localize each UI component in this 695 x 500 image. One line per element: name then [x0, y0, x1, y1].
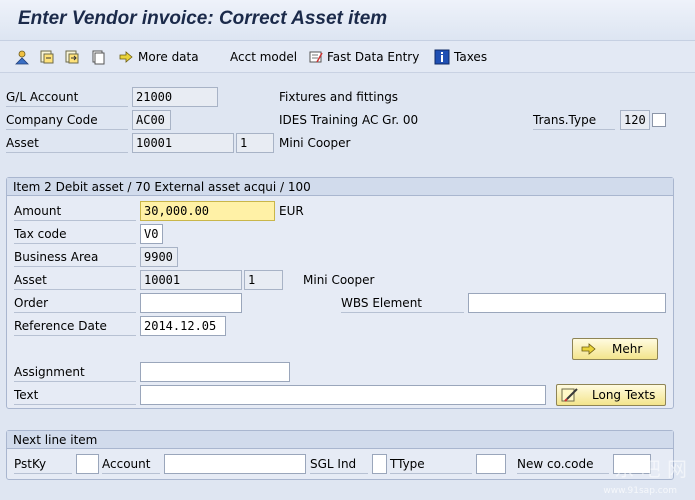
wbs-element-label: WBS Element — [341, 293, 464, 313]
asset-label: Asset — [6, 133, 128, 153]
assignment-label: Assignment — [14, 362, 136, 382]
watermark-logo: 东 吧 网 — [614, 457, 687, 481]
pstky-label: PstKy — [14, 454, 72, 474]
gl-account-description: Fixtures and fittings — [279, 90, 399, 104]
account-field[interactable] — [164, 454, 306, 474]
trans-type-field[interactable]: 120 — [620, 110, 650, 130]
mehr-button[interactable]: Mehr — [572, 338, 658, 360]
info-icon — [434, 49, 450, 65]
mehr-label: Mehr — [612, 342, 643, 356]
gl-account-label: G/L Account — [6, 87, 128, 107]
company-code-label: Company Code — [6, 110, 128, 130]
item-asset-description: Mini Cooper — [303, 273, 375, 287]
next-line-item-title: Next line item — [7, 431, 673, 449]
more-data-label: More data — [138, 50, 199, 64]
sgl-ind-label: SGL Ind — [310, 454, 368, 474]
acct-model-button[interactable]: Acct model — [230, 48, 297, 66]
company-code-description: IDES Training AC Gr. 00 — [279, 113, 419, 127]
account-label: Account — [102, 454, 160, 474]
reference-date-label: Reference Date — [14, 316, 136, 336]
amount-label: Amount — [14, 201, 136, 221]
text-field[interactable] — [140, 385, 546, 405]
wbs-element-field[interactable] — [468, 293, 666, 313]
fast-data-entry-label: Fast Data Entry — [327, 50, 420, 64]
asset-subnumber-field[interactable]: 1 — [236, 133, 274, 153]
new-cocode-label: New co.code — [517, 454, 609, 474]
page-title: Enter Vendor invoice: Correct Asset item — [18, 8, 388, 29]
long-texts-button[interactable]: Long Texts — [556, 384, 666, 406]
reference-date-field[interactable]: 2014.12.05 — [140, 316, 226, 336]
main-content: G/L Account 21000 Fixtures and fittings … — [0, 73, 695, 500]
amount-field[interactable]: 30,000.00 — [140, 201, 275, 221]
pencil-icon — [561, 388, 578, 402]
asset-field[interactable]: 10001 — [132, 133, 234, 153]
acct-model-label: Acct model — [230, 50, 298, 64]
item-asset-subnumber-field[interactable]: 1 — [244, 270, 283, 290]
ttype-label: TType — [390, 454, 472, 474]
document-icon[interactable] — [90, 48, 106, 66]
ttype-field[interactable] — [476, 454, 506, 474]
business-area-label: Business Area — [14, 247, 136, 267]
fast-data-entry-button[interactable]: Fast Data Entry — [308, 48, 419, 66]
tax-code-label: Tax code — [14, 224, 136, 244]
tax-code-field[interactable]: V0 — [140, 224, 163, 244]
taxes-button[interactable]: Taxes — [434, 48, 487, 66]
assignment-field[interactable] — [140, 362, 290, 382]
currency-label: EUR — [279, 204, 304, 218]
pstky-field[interactable] — [76, 454, 99, 474]
arrow-right-icon — [581, 343, 596, 355]
copy-icon[interactable] — [39, 48, 55, 66]
business-area-field[interactable]: 9900 — [140, 247, 178, 267]
text-label: Text — [14, 385, 136, 405]
asset-description: Mini Cooper — [279, 136, 351, 150]
trans-type-label: Trans.Type — [533, 110, 615, 130]
item-asset-field[interactable]: 10001 — [140, 270, 242, 290]
arrow-right-icon — [119, 51, 133, 63]
watermark-url: www.91sap.com — [603, 486, 677, 496]
item-group-title: Item 2 Debit asset / 70 External asset a… — [7, 178, 673, 196]
taxes-label: Taxes — [454, 50, 488, 64]
more-data-button[interactable]: More data — [118, 48, 199, 66]
company-code-field[interactable]: AC00 — [132, 110, 171, 130]
person-icon[interactable] — [14, 48, 30, 66]
application-toolbar: More data Acct model Fast Data Entry Tax… — [0, 41, 695, 73]
item-asset-label: Asset — [14, 270, 136, 290]
trans-type-checkbox[interactable] — [652, 113, 666, 127]
title-bar: Enter Vendor invoice: Correct Asset item — [0, 0, 695, 41]
long-texts-label: Long Texts — [592, 388, 656, 402]
sgl-ind-field[interactable] — [372, 454, 387, 474]
fast-entry-icon — [309, 51, 323, 63]
order-field[interactable] — [140, 293, 242, 313]
gl-account-field[interactable]: 21000 — [132, 87, 218, 107]
order-label: Order — [14, 293, 136, 313]
paste-icon[interactable] — [64, 48, 80, 66]
